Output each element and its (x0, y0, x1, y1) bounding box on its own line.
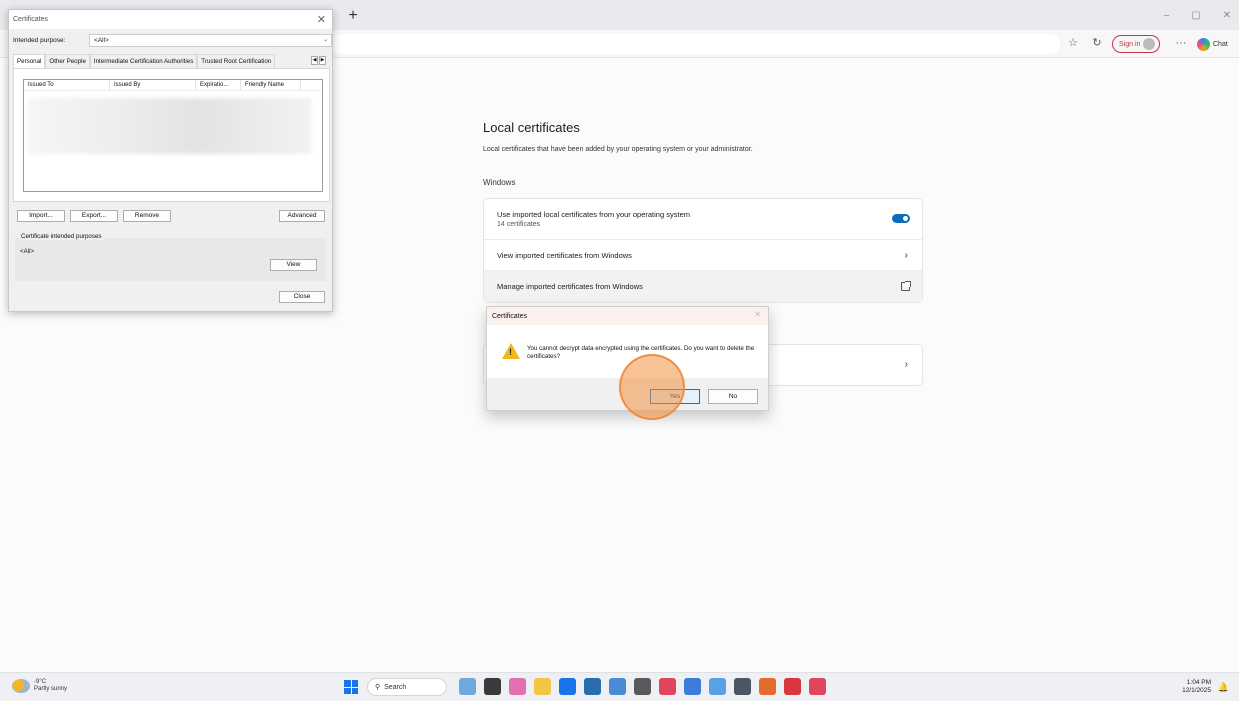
certificate-list[interactable]: Issued To Issued By Expiratio... Friendl… (23, 79, 323, 192)
new-tab-button[interactable]: + (344, 7, 362, 25)
date: 12/1/2025 (1182, 687, 1211, 694)
favorite-star-icon[interactable]: ☆ (1066, 36, 1080, 50)
tab-intermediate-ca[interactable]: Intermediate Certification Authorities (89, 54, 198, 68)
section-heading: Windows (483, 178, 516, 187)
taskbar-app-icon[interactable] (484, 678, 501, 695)
close-button[interactable]: Close (279, 291, 325, 303)
taskbar-app-icon[interactable] (459, 678, 476, 695)
taskbar-app-icon[interactable] (759, 678, 776, 695)
intended-purposes-value: <All> (20, 248, 35, 255)
column-expiration[interactable]: Expiratio... (196, 80, 241, 90)
row-label: Use imported local certificates from you… (497, 210, 690, 219)
condition: Partly sunny (34, 686, 68, 692)
import-button[interactable]: Import... (17, 210, 65, 222)
close-icon[interactable]: ✕ (754, 310, 761, 319)
weather-widget[interactable]: -9°C Partly sunny (12, 679, 67, 693)
list-header: Issued To Issued By Expiratio... Friendl… (24, 80, 322, 91)
column-issued-to[interactable]: Issued To (24, 80, 110, 90)
temperature: -9°C (34, 679, 47, 685)
taskbar-app-icon[interactable] (559, 678, 576, 695)
page-title: Local certificates (483, 120, 580, 135)
taskbar-app-icon[interactable] (584, 678, 601, 695)
warning-icon: ! (502, 343, 520, 359)
taskbar-app-icon[interactable] (734, 678, 751, 695)
manage-imported-certs-row[interactable]: Manage imported certificates from Window… (484, 271, 922, 302)
page-description: Local certificates that have been added … (483, 146, 753, 153)
column-issued-by[interactable]: Issued By (110, 80, 196, 90)
intended-purpose-label: Intended purpose: (13, 37, 66, 44)
use-imported-certs-toggle[interactable] (892, 214, 910, 223)
weather-text: -9°C Partly sunny (34, 679, 67, 693)
select-value: <All> (94, 37, 109, 44)
export-button[interactable]: Export... (70, 210, 118, 222)
taskbar-search[interactable]: ⚲ Search (367, 678, 447, 696)
tab-scroll-buttons: ◀ ▶ (311, 56, 326, 65)
taskbar-app-icon[interactable] (809, 678, 826, 695)
delete-confirm-dialog: Certificates ✕ ! You cannot decrypt data… (486, 306, 769, 411)
tab-trusted-root[interactable]: Trusted Root Certification (197, 54, 276, 68)
start-windows-icon[interactable] (344, 680, 358, 694)
maximize-button[interactable]: ▢ (1191, 10, 1200, 21)
no-button[interactable]: No (708, 389, 758, 404)
copilot-logo-icon (1197, 37, 1210, 51)
chat-button[interactable]: Chat (1197, 35, 1228, 53)
advanced-button[interactable]: Advanced (279, 210, 325, 222)
taskbar-app-icon[interactable] (634, 678, 651, 695)
chevron-down-icon: ⌄ (322, 37, 328, 43)
taskbar-app-icon[interactable] (509, 678, 526, 695)
time: 1:04 PM (1186, 679, 1211, 686)
yes-button[interactable]: Yes (650, 389, 700, 404)
window-title: Certificates (9, 10, 332, 29)
redacted-rows (28, 98, 311, 154)
certificates-window: Certificates ✕ Intended purpose: <All> ⌄… (8, 9, 333, 312)
notification-icon[interactable]: 🔔 (1218, 682, 1229, 693)
cert-store-tabs: Personal Other People Intermediate Certi… (13, 54, 330, 68)
dialog-message: You cannot decrypt data encrypted using … (527, 345, 755, 360)
taskbar-app-icon[interactable] (684, 678, 701, 695)
view-button[interactable]: View (270, 259, 317, 271)
chevron-right-icon: › (904, 249, 908, 261)
chevron-right-icon: › (904, 359, 908, 370)
windows-settings-card: Use imported local certificates from you… (483, 198, 923, 303)
signin-label: Sign in (1119, 40, 1141, 48)
address-bar[interactable] (330, 34, 1060, 54)
intended-purposes-label: Certificate intended purposes (19, 233, 104, 240)
partly-sunny-icon (12, 679, 30, 693)
chat-label: Chat (1213, 40, 1228, 48)
minimize-button[interactable]: – (1164, 10, 1170, 21)
column-friendly-name[interactable]: Friendly Name (241, 80, 301, 90)
local-certificates-section: Local certificates Local certificates th… (483, 120, 923, 303)
taskbar-app-icon[interactable] (784, 678, 801, 695)
tab-other-people[interactable]: Other People (45, 54, 90, 68)
scroll-left-icon[interactable]: ◀ (311, 56, 318, 65)
row-label: Manage imported certificates from Window… (497, 282, 643, 291)
scroll-right-icon[interactable]: ▶ (319, 56, 326, 65)
more-menu-icon[interactable]: ··· (1174, 36, 1188, 50)
avatar-icon (1143, 38, 1156, 50)
remove-button[interactable]: Remove (123, 210, 171, 222)
search-label: Search (384, 683, 407, 691)
view-imported-certs-row[interactable]: View imported certificates from Windows … (484, 240, 922, 271)
search-icon: ⚲ (375, 684, 381, 691)
taskbar: -9°C Partly sunny ⚲ Search 1:04 PM 12/1/… (0, 672, 1239, 701)
signin-button[interactable]: Sign in (1112, 35, 1161, 53)
taskbar-app-icon[interactable] (609, 678, 626, 695)
dialog-title: Certificates (487, 307, 768, 325)
close-window-button[interactable]: ✕ (1223, 10, 1231, 21)
close-icon[interactable]: ✕ (317, 13, 326, 26)
intended-purpose-select[interactable]: <All> ⌄ (89, 34, 332, 47)
window-controls: – ▢ ✕ (1164, 10, 1231, 21)
copilot-icon[interactable]: ↻ (1090, 36, 1104, 50)
row-label: View imported certificates from Windows (497, 250, 632, 260)
tab-personal[interactable]: Personal (13, 54, 46, 68)
taskbar-app-icon[interactable] (709, 678, 726, 695)
taskbar-app-icon[interactable] (534, 678, 551, 695)
use-imported-certs-row[interactable]: Use imported local certificates from you… (484, 199, 922, 240)
row-sublabel: 14 certificates (497, 221, 541, 228)
taskbar-app-icon[interactable] (659, 678, 676, 695)
pinned-apps (459, 678, 826, 695)
external-link-icon (901, 281, 911, 291)
system-clock[interactable]: 1:04 PM 12/1/2025 (1182, 679, 1211, 695)
